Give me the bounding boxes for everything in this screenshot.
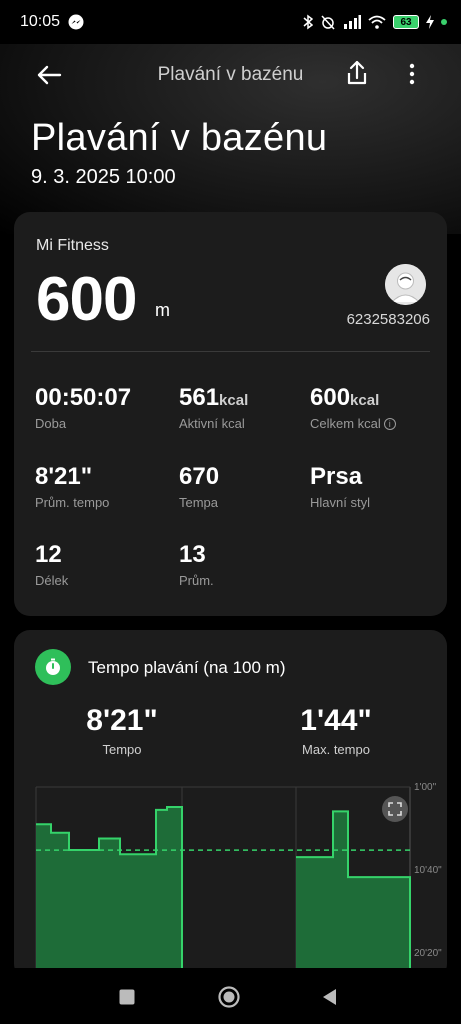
stat-value: Prsa [310, 463, 363, 490]
privacy-indicator [441, 19, 447, 25]
pace-average-value: 8'21" [86, 704, 158, 737]
user-avatar-icon [385, 264, 426, 305]
pace-icon-badge [35, 649, 71, 685]
info-icon[interactable]: i [383, 417, 396, 430]
more-vertical-icon [409, 63, 415, 85]
pace-average-label: Tempo [102, 742, 142, 757]
pace-area-segment [296, 811, 410, 980]
stat-unit: kcal [350, 392, 380, 409]
recents-button[interactable] [118, 988, 136, 1011]
wifi-icon [368, 15, 386, 29]
pace-average: 8'21" Tempo [62, 704, 182, 757]
stat-laps: 12 Délek [35, 541, 68, 588]
stat-strokes: 670 Tempa [179, 463, 219, 510]
stat-value: 600 [310, 384, 351, 411]
distance-value: 600 [36, 265, 137, 334]
expand-chart-button[interactable] [382, 796, 408, 822]
messenger-icon [68, 14, 84, 30]
pace-card-title: Tempo plavání (na 100 m) [88, 658, 286, 677]
system-nav-bar [0, 968, 461, 1024]
pace-max: 1'44" Max. tempo [276, 704, 396, 757]
distance-unit: m [155, 300, 170, 320]
stat-label: Doba [35, 416, 67, 431]
stat-label: Celkem kcal [310, 416, 381, 431]
summary-card: Mi Fitness 600 m 6232583206 00:50:07 Dob… [14, 212, 447, 616]
status-bar: 10:05 63 [0, 0, 461, 44]
stopwatch-icon [46, 658, 60, 675]
stat-total-kcal: 600kcal Celkem kcal i [310, 384, 396, 431]
y-tick-label: 10'40" [414, 865, 442, 876]
stat-unit: kcal [219, 392, 249, 409]
pace-max-value: 1'44" [300, 704, 372, 737]
stat-value: 00:50:07 [35, 384, 132, 411]
source-label: Mi Fitness [36, 237, 109, 254]
divider [31, 351, 430, 352]
workout-date: 9. 3. 2025 10:00 [31, 166, 176, 188]
stat-value: 561 [179, 384, 220, 411]
pace-chart: 1'00" 10'40" 20'20" [14, 770, 447, 980]
stat-label: Prům. tempo [35, 495, 110, 510]
share-icon [347, 60, 367, 85]
square-icon [119, 989, 135, 1005]
stat-value: 12 [35, 541, 62, 568]
stat-label: Prům. [179, 573, 214, 588]
pace-card: Tempo plavání (na 100 m) 8'21" Tempo 1'4… [14, 630, 447, 980]
share-button[interactable] [344, 58, 370, 88]
page-title: Plavání v bazénu [31, 117, 328, 159]
charging-icon [426, 15, 434, 29]
stat-avg-pace: 8'21" Prům. tempo [35, 463, 109, 510]
home-button[interactable] [217, 985, 241, 1014]
bluetooth-icon [303, 14, 313, 30]
signal-icon [344, 15, 361, 29]
stat-duration: 00:50:07 Doba [35, 384, 131, 431]
stat-average: 13 Prům. [179, 541, 214, 588]
stat-main-style: Prsa Hlavní styl [310, 463, 370, 510]
header-title: Plavání v bazénu [157, 64, 304, 85]
avatar[interactable] [385, 264, 426, 305]
stat-label: Aktivní kcal [179, 416, 245, 431]
user-id: 6232583206 [346, 311, 430, 328]
app-header: Plavání v bazénu [0, 44, 461, 106]
alarm-off-icon [321, 15, 335, 30]
more-options-button[interactable] [400, 60, 424, 88]
stat-value: 13 [179, 541, 206, 568]
stat-label: Hlavní styl [310, 495, 370, 510]
stat-value: 8'21" [35, 463, 93, 490]
expand-icon [388, 802, 402, 816]
stat-active-kcal: 561kcal Aktivní kcal [179, 384, 248, 431]
stat-value: 670 [179, 463, 220, 490]
y-tick-label: 1'00" [414, 782, 437, 793]
battery-icon: 63 [393, 15, 419, 29]
pace-max-label: Max. tempo [302, 742, 370, 757]
y-tick-label: 20'20" [414, 948, 442, 959]
back-nav-button[interactable] [320, 987, 338, 1012]
pace-chart-svg: 1'00" 10'40" 20'20" [35, 782, 442, 980]
status-time: 10:05 [20, 13, 61, 30]
stat-label: Tempa [179, 495, 219, 510]
stat-label: Délek [35, 573, 69, 588]
home-circle-icon [218, 986, 240, 1008]
triangle-back-icon [323, 989, 336, 1005]
